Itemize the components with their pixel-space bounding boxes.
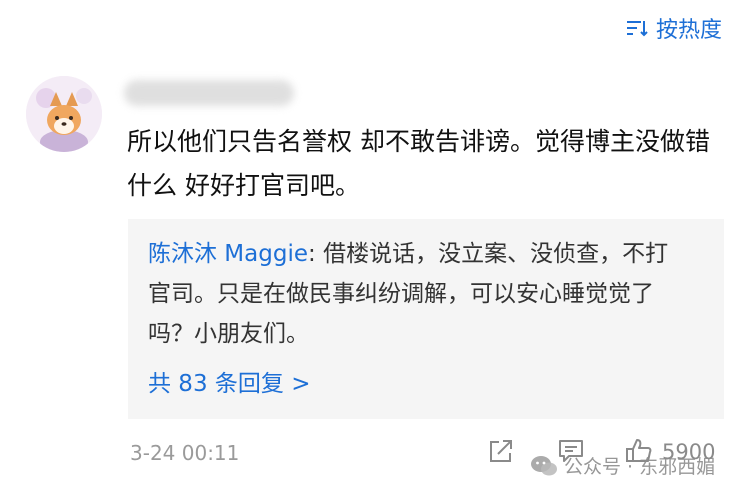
wechat-logo-icon [531, 455, 557, 475]
reply-preview[interactable]: 陈沐沐 Maggie: 借楼说话，没立案、没侦查，不打官司。只是在做民事纠纷调解… [128, 219, 724, 419]
comment-time: 3-24 00:11 [130, 441, 240, 465]
sort-by-heat-button[interactable]: 按热度 [626, 12, 722, 44]
watermark-text: 公众号 · 东邪西媚 [564, 456, 716, 478]
reply-text-block: 陈沐沐 Maggie: 借楼说话，没立案、没侦查，不打官司。只是在做民事纠纷调解… [148, 234, 688, 354]
avatar-shiba-icon [26, 76, 102, 152]
share-icon[interactable] [486, 436, 516, 466]
username-blurred[interactable] [124, 80, 294, 106]
sort-label: 按热度 [655, 18, 722, 43]
sort-icon [626, 21, 648, 37]
reply-author[interactable]: 陈沐沐 Maggie [148, 241, 308, 267]
avatar[interactable] [26, 76, 102, 152]
watermark: 公众号 · 东邪西媚 [530, 452, 715, 479]
reply-separator: : [308, 241, 324, 267]
comment-text: 所以他们只告名誉权 却不敢告诽谤。觉得博主没做错什么 好好打官司吧。 [127, 127, 710, 200]
view-replies-link[interactable]: 共 83 条回复 > [148, 364, 310, 398]
